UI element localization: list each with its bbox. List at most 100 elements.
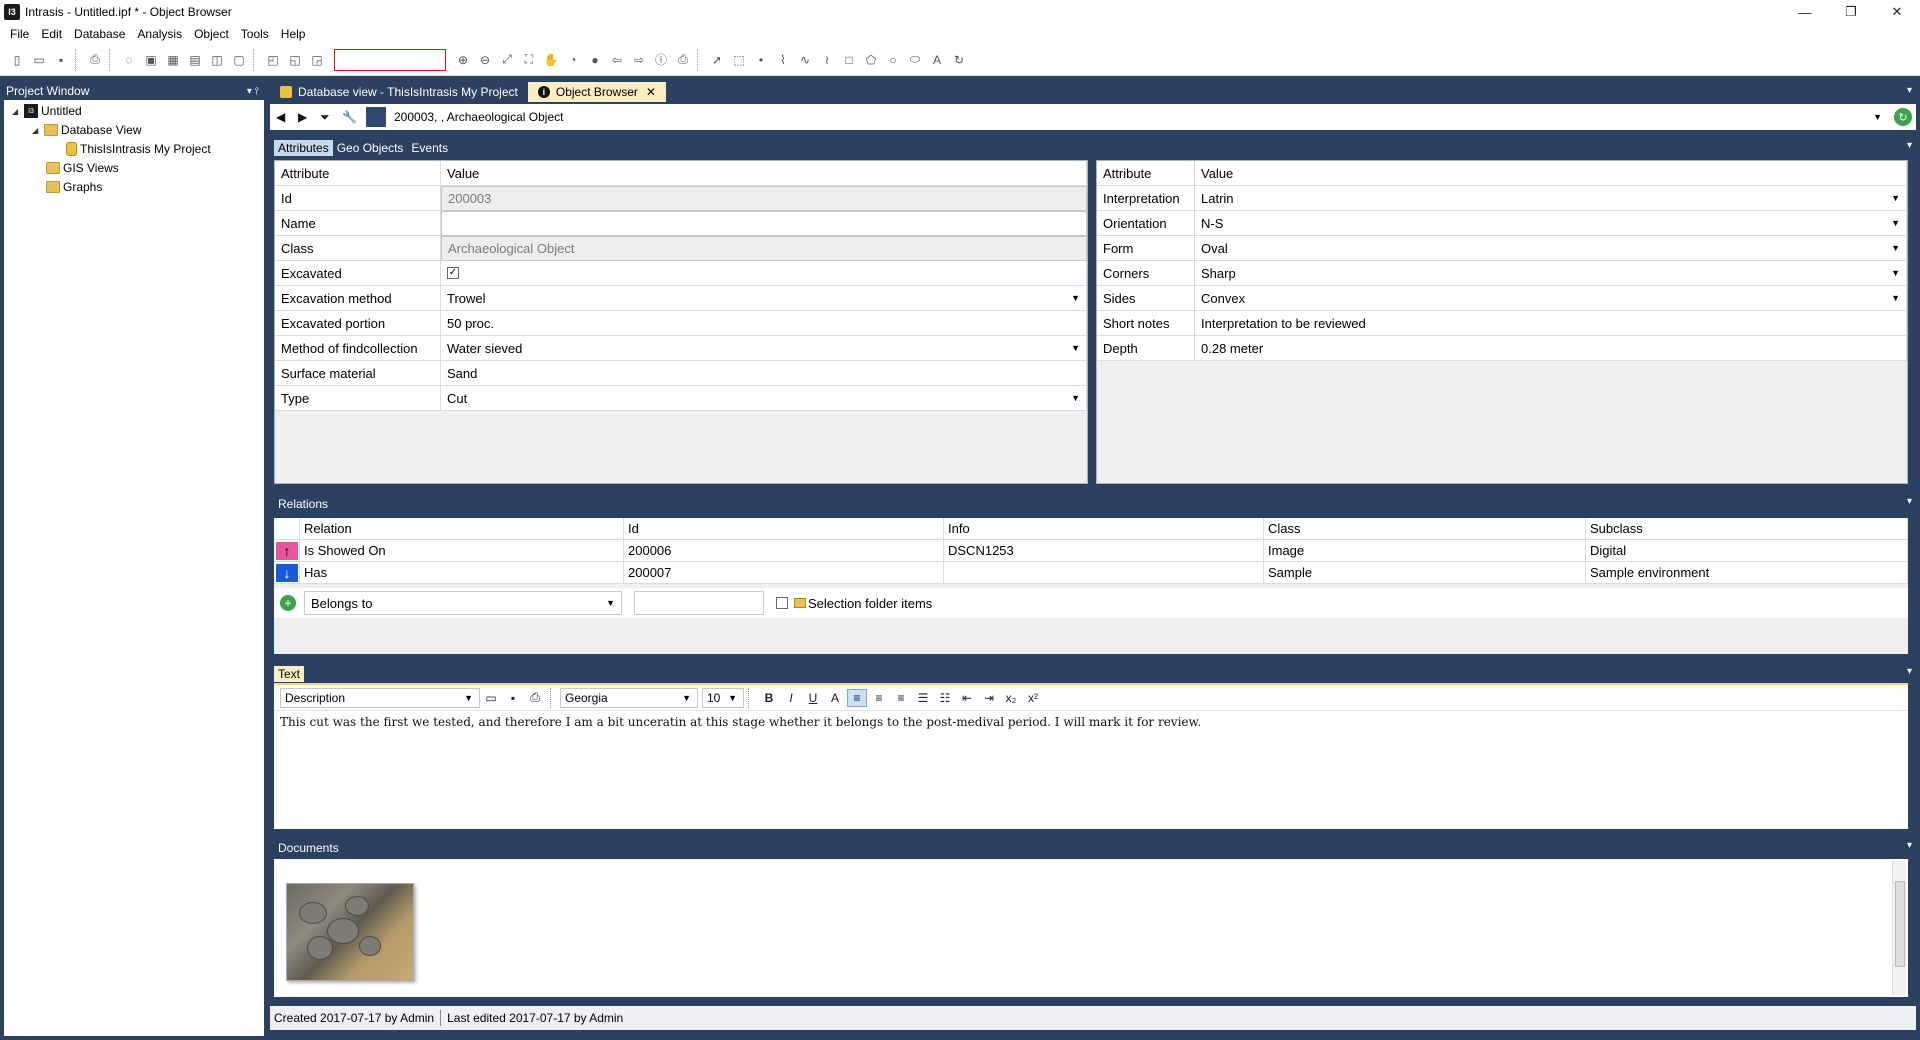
italic-icon[interactable]: I <box>781 689 801 707</box>
tree-item-project-db[interactable]: ThisIsIntrasis My Project <box>66 140 211 158</box>
dropdown-arrow-icon[interactable]: ▼ <box>1071 343 1080 353</box>
align-right-icon[interactable]: ≡ <box>891 689 911 707</box>
rotate-icon[interactable]: ↻ <box>950 51 968 69</box>
tab-database-view[interactable]: Database view - ThisIsIntrasis My Projec… <box>270 82 528 102</box>
pan-hand-icon[interactable]: ✋ <box>542 51 560 69</box>
save-icon[interactable]: ▪ <box>52 51 70 69</box>
underline-icon[interactable]: U <box>803 689 823 707</box>
collapse-icon[interactable]: ◢ <box>12 107 24 116</box>
minimize-button[interactable]: — <box>1782 0 1828 24</box>
close-tab-icon[interactable]: ✕ <box>646 85 656 99</box>
new-object-icon[interactable]: ▣ <box>142 51 160 69</box>
close-button[interactable]: ✕ <box>1874 0 1920 24</box>
rectangle-icon[interactable]: □ <box>840 51 858 69</box>
history-dropdown-icon[interactable]: ⏷ <box>320 110 336 125</box>
circle-icon[interactable]: ○ <box>884 51 902 69</box>
orientation-select[interactable]: N-S ▼ <box>1195 211 1907 236</box>
new-text-icon[interactable]: ▭ <box>481 689 501 707</box>
table-row[interactable]: ↓ Has 200007 Sample Sample environment <box>274 562 1908 584</box>
point-icon[interactable]: • <box>752 51 770 69</box>
numbered-list-icon[interactable]: ☷ <box>935 689 955 707</box>
stop-icon[interactable]: ◌ <box>120 51 138 69</box>
zoom-out-icon[interactable]: ⊖ <box>476 51 494 69</box>
dropdown-arrow-icon[interactable]: ▼ <box>1891 243 1900 253</box>
new-file-icon[interactable]: ▯ <box>8 51 26 69</box>
back-icon[interactable]: ◀ <box>276 110 292 124</box>
tab-events[interactable]: Events <box>407 140 452 156</box>
text-tool-icon[interactable]: A <box>928 51 946 69</box>
polyline-icon[interactable]: ⌇ <box>774 51 792 69</box>
menu-tools[interactable]: Tools <box>235 27 275 41</box>
documents-menu-icon[interactable]: ▾ <box>1907 840 1912 851</box>
dropdown-arrow-icon[interactable]: ▼ <box>464 693 473 703</box>
zoom-fit-icon[interactable]: ⛶ <box>520 51 538 69</box>
relation-type-select[interactable]: Belongs to ▼ <box>304 591 622 615</box>
font-family-select[interactable]: Georgia ▼ <box>560 687 698 708</box>
relation-target-input[interactable] <box>634 591 764 615</box>
refresh-icon[interactable]: ↻ <box>1894 108 1912 126</box>
font-size-select[interactable]: 10 ▼ <box>702 687 744 708</box>
freehand-icon[interactable]: ≀ <box>818 51 836 69</box>
zoom-previous-icon[interactable]: ◔ <box>564 51 582 69</box>
dropdown-arrow-icon[interactable]: ▼ <box>682 693 691 703</box>
documents-scrollbar[interactable] <box>1892 861 1906 995</box>
align-left-icon[interactable]: ≡ <box>847 688 867 707</box>
zoom-in-icon[interactable]: ⊕ <box>454 51 472 69</box>
dropdown-arrow-icon[interactable]: ▼ <box>606 598 615 608</box>
text-title[interactable]: Text <box>274 666 305 682</box>
object-dropdown-icon[interactable]: ▼ <box>1873 112 1882 122</box>
attributes-menu-icon[interactable]: ▾ <box>1907 140 1912 151</box>
corners-select[interactable]: Sharp ▼ <box>1195 261 1907 286</box>
menu-file[interactable]: File <box>4 27 35 41</box>
table-icon[interactable]: ▦ <box>164 51 182 69</box>
bullet-list-icon[interactable]: ☰ <box>913 689 933 707</box>
document-icon[interactable]: ▢ <box>230 51 248 69</box>
tabs-menu-icon[interactable]: ▾ <box>1907 85 1912 96</box>
select-area-icon[interactable]: ⬚ <box>730 51 748 69</box>
sides-select[interactable]: Convex ▼ <box>1195 286 1907 311</box>
outdent-icon[interactable]: ⇤ <box>957 689 977 707</box>
indent-icon[interactable]: ⇥ <box>979 689 999 707</box>
attribute-value-surface-material[interactable]: Sand <box>441 361 1087 386</box>
text-color-icon[interactable]: A <box>825 689 845 707</box>
tree-item-gis-views[interactable]: GIS Views <box>46 159 119 177</box>
dropdown-arrow-icon[interactable]: ▼ <box>1891 218 1900 228</box>
excavation-method-select[interactable]: Trowel ▼ <box>441 286 1087 311</box>
dropdown-arrow-icon[interactable]: ▼ <box>728 693 737 703</box>
save-text-icon[interactable]: ▪ <box>503 689 523 707</box>
open-folder-icon[interactable]: ▭ <box>30 51 48 69</box>
menu-object[interactable]: Object <box>188 27 235 41</box>
map-search-input[interactable] <box>334 48 446 71</box>
scrollbar-thumb[interactable] <box>1895 881 1905 967</box>
selection-folder-checkbox[interactable] <box>776 597 788 609</box>
map-icon[interactable]: ◰ <box>264 51 282 69</box>
menu-database[interactable]: Database <box>68 27 131 41</box>
tree-item-graphs[interactable]: Graphs <box>46 178 102 196</box>
select-arrow-icon[interactable]: ➚ <box>708 51 726 69</box>
pin-icon[interactable]: ▾ ⫯ <box>247 86 259 97</box>
text-style-select[interactable]: Description ▼ <box>280 687 480 708</box>
menu-help[interactable]: Help <box>275 27 312 41</box>
binoculars-icon[interactable]: ◫ <box>208 51 226 69</box>
menu-edit[interactable]: Edit <box>35 27 68 41</box>
curve-icon[interactable]: ∿ <box>796 51 814 69</box>
tab-object-browser[interactable]: i Object Browser ✕ <box>527 82 666 102</box>
print-icon[interactable]: ⎙ <box>86 51 104 69</box>
dropdown-arrow-icon[interactable]: ▼ <box>1071 393 1080 403</box>
object-color-swatch[interactable] <box>366 107 386 127</box>
attribute-value-depth[interactable]: 0.28 meter <box>1195 336 1907 361</box>
subscript-icon[interactable]: x₂ <box>1001 689 1021 707</box>
zoom-extent-icon[interactable]: ⤢ <box>498 51 516 69</box>
forward-arrow-icon[interactable]: ⇨ <box>630 51 648 69</box>
dropdown-arrow-icon[interactable]: ▼ <box>1891 293 1900 303</box>
attribute-value-excavated-portion[interactable]: 50 proc. <box>441 311 1087 336</box>
tree-item-untitled[interactable]: ◢ I3 Untitled <box>12 102 82 120</box>
align-center-icon[interactable]: ≡ <box>869 689 889 707</box>
bold-icon[interactable]: B <box>759 689 779 707</box>
menu-analysis[interactable]: Analysis <box>131 27 188 41</box>
form-select[interactable]: Oval ▼ <box>1195 236 1907 261</box>
superscript-icon[interactable]: x² <box>1023 689 1043 707</box>
table-row[interactable]: ↑ Is Showed On 200006 DSCN1253 Image Dig… <box>274 540 1908 562</box>
tab-geo-objects[interactable]: Geo Objects <box>333 140 408 156</box>
print-text-icon[interactable]: ⎙ <box>525 689 545 707</box>
